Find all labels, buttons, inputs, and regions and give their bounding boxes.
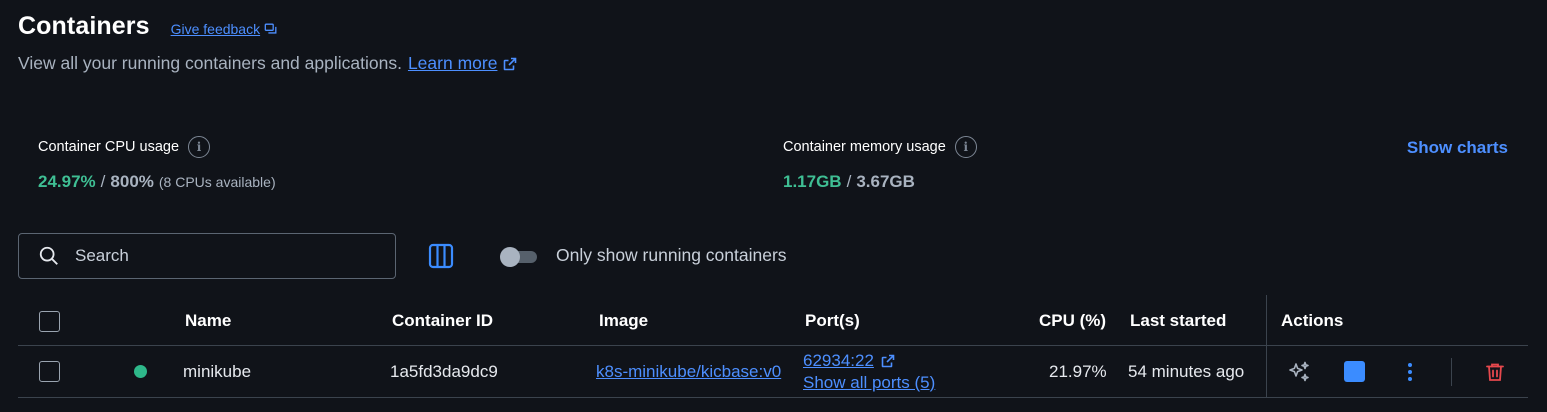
page-title: Containers <box>18 12 150 40</box>
show-charts-button[interactable]: Show charts <box>1407 138 1508 158</box>
memory-separator: / <box>846 172 852 191</box>
column-header-ports[interactable]: Port(s) <box>805 297 860 345</box>
columns-icon <box>428 243 454 269</box>
search-icon <box>39 246 58 265</box>
learn-more-link[interactable]: Learn more <box>408 53 519 74</box>
memory-usage-stat: Container memory usage i 1.17GB / 3.67GB <box>783 136 977 192</box>
sparkles-icon <box>1289 361 1309 381</box>
ask-gordon-button[interactable] <box>1286 346 1312 397</box>
subtitle-text: View all your running containers and app… <box>18 53 402 73</box>
container-cpu: 21.97% <box>1049 361 1107 381</box>
more-vertical-icon <box>1408 362 1412 381</box>
column-header-actions: Actions <box>1281 311 1344 330</box>
give-feedback-label[interactable]: Give feedback <box>171 21 261 37</box>
port-link[interactable]: 62934:22 <box>803 351 874 371</box>
give-feedback-link[interactable]: Give feedback <box>171 21 279 37</box>
cpu-note: (8 CPUs available) <box>158 174 276 190</box>
table-header: Name Container ID Image Port(s) CPU (%) … <box>18 297 1528 346</box>
feedback-icon <box>264 23 277 34</box>
column-header-name[interactable]: Name <box>185 297 231 345</box>
column-header-container-id[interactable]: Container ID <box>392 297 493 345</box>
show-all-ports-link[interactable]: Show all ports (5) <box>803 373 935 393</box>
column-header-image[interactable]: Image <box>599 297 648 345</box>
trash-icon <box>1486 363 1504 381</box>
info-icon[interactable]: i <box>188 136 211 158</box>
stop-button[interactable] <box>1344 346 1365 397</box>
row-select-checkbox[interactable] <box>39 361 60 382</box>
page-header: Containers Give feedback <box>18 12 278 41</box>
cpu-usage-stat: Container CPU usage i 24.97% / 800% (8 C… <box>38 136 276 192</box>
running-only-label: Only show running containers <box>556 245 787 265</box>
external-link-icon[interactable] <box>880 353 896 369</box>
running-status-dot <box>134 365 147 378</box>
container-last-started: 54 minutes ago <box>1128 361 1245 381</box>
table-row[interactable]: minikube 1a5fd3da9dc9 k8s-minikube/kicba… <box>18 346 1528 398</box>
running-only-toggle[interactable] <box>500 246 537 267</box>
cpu-usage-label: Container CPU usage <box>38 139 180 155</box>
select-all-checkbox[interactable] <box>39 310 60 332</box>
cpu-total: 800% <box>110 172 154 191</box>
column-header-cpu[interactable]: CPU (%) <box>1039 297 1106 345</box>
more-actions-button[interactable] <box>1400 346 1420 397</box>
memory-usage-label: Container memory usage <box>783 139 946 155</box>
learn-more-label[interactable]: Learn more <box>408 53 498 74</box>
memory-usage-value: 1.17GB <box>783 172 842 191</box>
column-header-last-started[interactable]: Last started <box>1130 297 1226 345</box>
actions-separator <box>1451 358 1452 386</box>
external-link-icon <box>504 57 517 70</box>
search-box[interactable] <box>18 233 396 279</box>
toggle-knob <box>500 246 520 267</box>
running-filter: Only show running containers <box>500 245 787 267</box>
page-subtitle: View all your running containers and app… <box>18 53 518 74</box>
search-input[interactable] <box>75 246 375 266</box>
column-settings-button[interactable] <box>428 243 454 269</box>
stop-icon <box>1344 361 1365 382</box>
memory-total: 3.67GB <box>856 172 915 191</box>
container-id: 1a5fd3da9dc9 <box>390 361 498 381</box>
image-link[interactable]: k8s-minikube/kicbase:v0 <box>596 362 781 382</box>
info-icon[interactable]: i <box>954 136 977 158</box>
container-name[interactable]: minikube <box>183 346 251 397</box>
cpu-separator: / <box>100 172 106 191</box>
delete-button[interactable] <box>1484 346 1506 397</box>
cpu-usage-value: 24.97% <box>38 172 96 191</box>
containers-table: Name Container ID Image Port(s) CPU (%) … <box>18 295 1528 398</box>
